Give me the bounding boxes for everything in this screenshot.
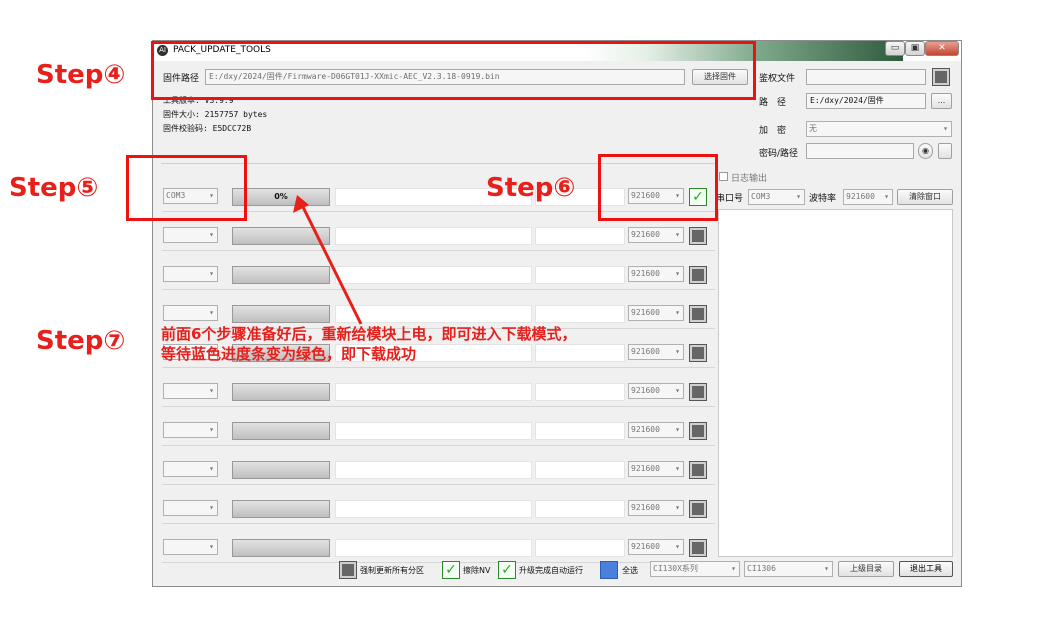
- arrow-annotation: [293, 195, 363, 325]
- step7-note-line2: 等待蓝色进度条变为绿色，即下载成功: [161, 345, 417, 363]
- step7-note-line1: 前面6个步骤准备好后，重新给模块上电，即可进入下载模式，: [161, 325, 577, 343]
